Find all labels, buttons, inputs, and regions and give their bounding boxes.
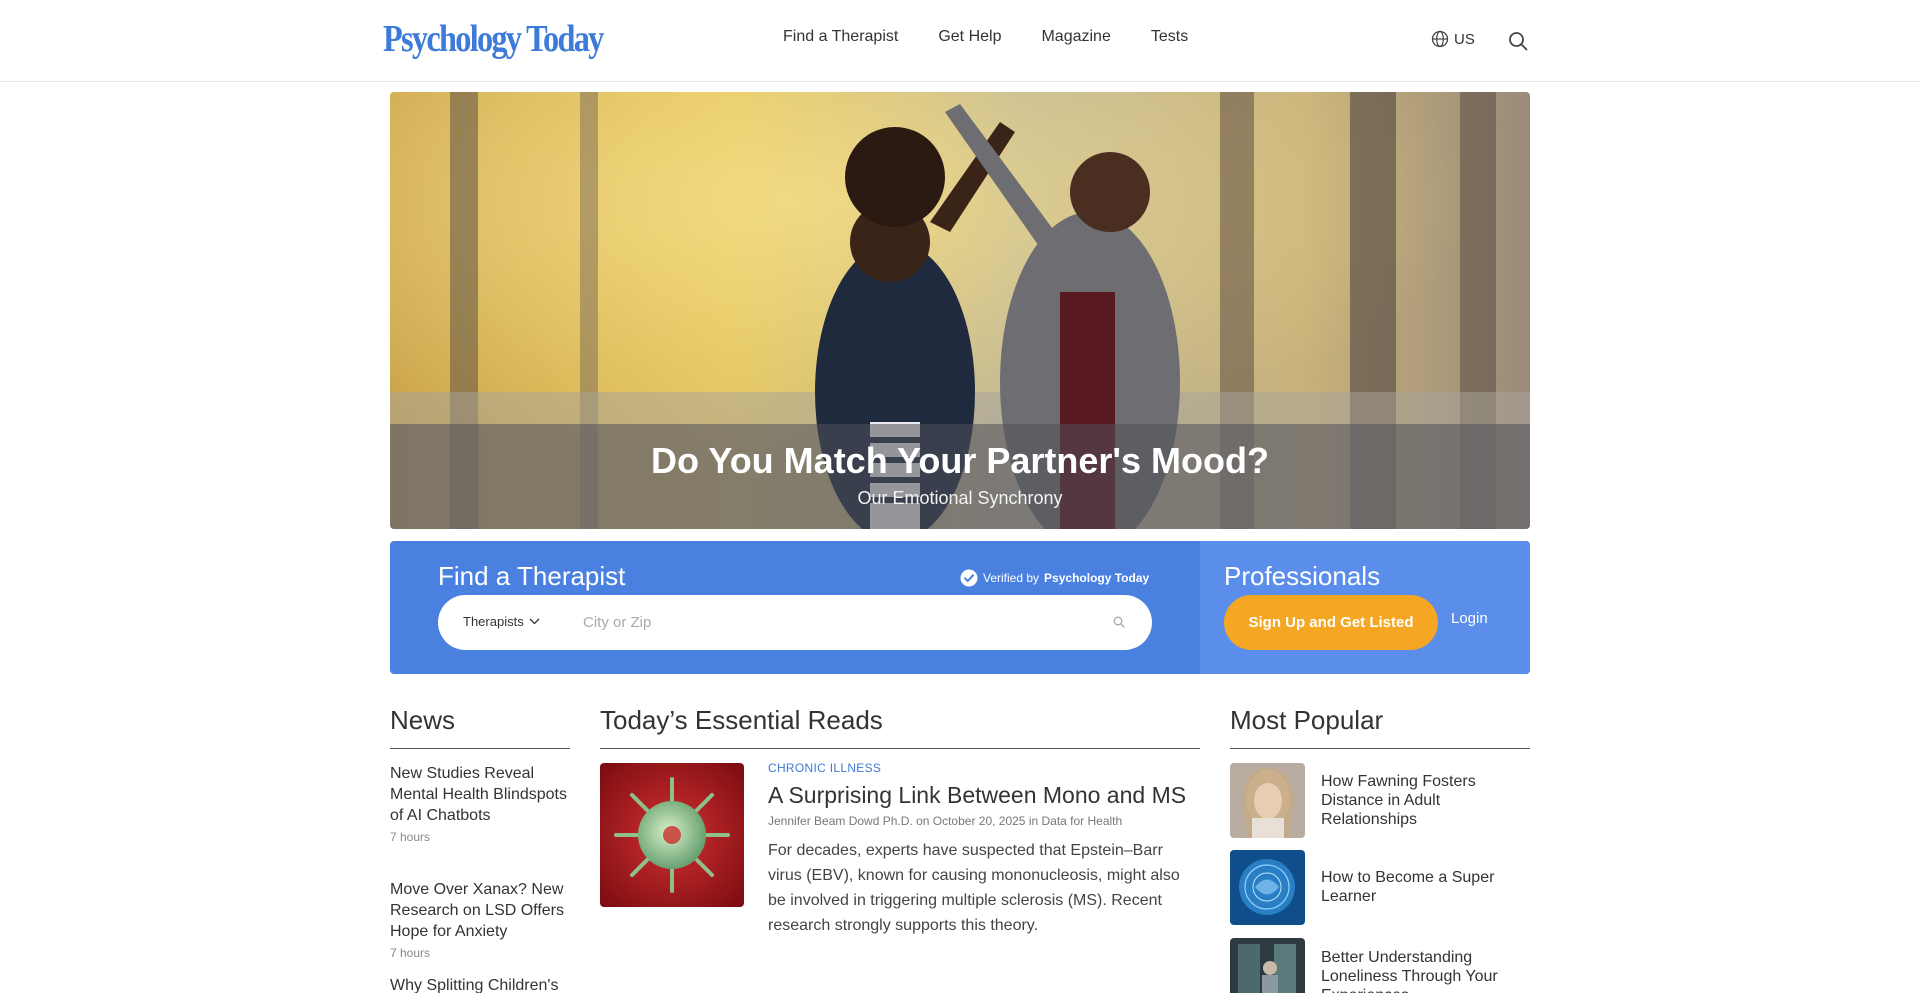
search-submit-icon[interactable] <box>1113 616 1125 628</box>
article-byline: Jennifer Beam Dowd Ph.D. on October 20, … <box>768 814 1123 828</box>
popular-item-title: How Fawning Fosters Distance in Adult Re… <box>1321 773 1476 828</box>
hero-feature[interactable]: Do You Match Your Partner's Mood? Our Em… <box>390 92 1530 529</box>
verified-brand: Psychology Today <box>1044 571 1150 585</box>
locale-selector[interactable]: US <box>1431 30 1475 48</box>
news-item-title: Why Splitting Children's <box>390 977 559 993</box>
news-heading: News <box>390 705 456 735</box>
nav-find-therapist[interactable]: Find a Therapist <box>783 28 898 46</box>
city-zip-input[interactable] <box>583 605 1093 640</box>
essential-read-article: CHRONIC ILLNESS A Surprising Link Betwee… <box>768 761 1200 938</box>
window-figure-image <box>1230 938 1305 993</box>
popular-thumbnail <box>1230 938 1305 993</box>
professionals-panel: Professionals Sign Up and Get Listed Log… <box>1200 541 1530 674</box>
article-category[interactable]: CHRONIC ILLNESS <box>768 761 1200 775</box>
essential-reads-heading: Today’s Essential Reads <box>600 705 883 735</box>
nav-get-help[interactable]: Get Help <box>938 28 1001 46</box>
nav-magazine[interactable]: Magazine <box>1041 28 1110 46</box>
find-therapist-title: Find a Therapist <box>438 561 626 591</box>
news-item-time: 7 hours <box>390 946 431 960</box>
virus-image <box>600 763 744 907</box>
article-title[interactable]: A Surprising Link Between Mono and MS <box>768 781 1200 810</box>
popular-item[interactable]: How to Become a Super Learner <box>1230 850 1530 925</box>
site-logo[interactable]: Psychology Today <box>383 17 604 61</box>
popular-item[interactable]: Better Understanding Loneliness Through … <box>1230 938 1530 993</box>
verified-prefix: Verified by <box>983 571 1040 585</box>
signup-listed-button[interactable]: Sign Up and Get Listed <box>1224 595 1438 650</box>
professionals-title: Professionals <box>1224 561 1381 591</box>
essential-reads-divider <box>600 748 1200 749</box>
main-nav: Find a Therapist Get Help Magazine Tests <box>783 28 1188 46</box>
popular-thumbnail <box>1230 850 1305 925</box>
login-link[interactable]: Login <box>1451 610 1488 627</box>
most-popular-heading: Most Popular <box>1230 705 1384 735</box>
search-icon[interactable] <box>1508 31 1528 51</box>
digital-brain-image <box>1230 850 1305 925</box>
hero-title[interactable]: Do You Match Your Partner's Mood? <box>390 440 1530 482</box>
news-divider <box>390 748 570 749</box>
news-item[interactable]: Move Over Xanax? New Research on LSD Off… <box>390 879 570 960</box>
popular-item-title: How to Become a Super Learner <box>1321 869 1495 905</box>
site-header: Psychology Today Find a Therapist Get He… <box>0 0 1920 82</box>
article-excerpt: For decades, experts have suspected that… <box>768 842 1180 934</box>
news-item-title: Move Over Xanax? New Research on LSD Off… <box>390 881 565 940</box>
check-circle-icon <box>960 569 978 587</box>
hero-subtitle: Our Emotional Synchrony <box>857 488 1063 508</box>
provider-type-select[interactable]: Therapists <box>463 614 540 629</box>
hero-caption: Do You Match Your Partner's Mood? Our Em… <box>390 424 1530 529</box>
verified-badge: Verified by Psychology Today <box>960 569 1149 587</box>
find-therapist-band: Find a Therapist Verified by Psychology … <box>390 541 1530 674</box>
news-item[interactable]: New Studies Reveal Mental Health Blindsp… <box>390 763 570 844</box>
woman-portrait-image <box>1230 763 1305 838</box>
locale-label: US <box>1454 30 1475 48</box>
news-item-title: New Studies Reveal Mental Health Blindsp… <box>390 765 567 824</box>
news-item-time: 7 hours <box>390 830 431 844</box>
news-item[interactable]: Why Splitting Children's <box>390 975 570 993</box>
popular-thumbnail <box>1230 763 1305 838</box>
popular-item[interactable]: How Fawning Fosters Distance in Adult Re… <box>1230 763 1530 838</box>
globe-icon <box>1431 30 1449 48</box>
popular-item-title: Better Understanding Loneliness Through … <box>1321 949 1498 993</box>
provider-type-value: Therapists <box>463 614 524 629</box>
chevron-down-icon <box>529 618 540 625</box>
most-popular-divider <box>1230 748 1530 749</box>
find-therapist-panel: Find a Therapist Verified by Psychology … <box>390 541 1200 674</box>
nav-tests[interactable]: Tests <box>1151 28 1188 46</box>
therapist-search-bar: Therapists <box>438 595 1152 650</box>
article-thumbnail[interactable] <box>600 763 744 907</box>
